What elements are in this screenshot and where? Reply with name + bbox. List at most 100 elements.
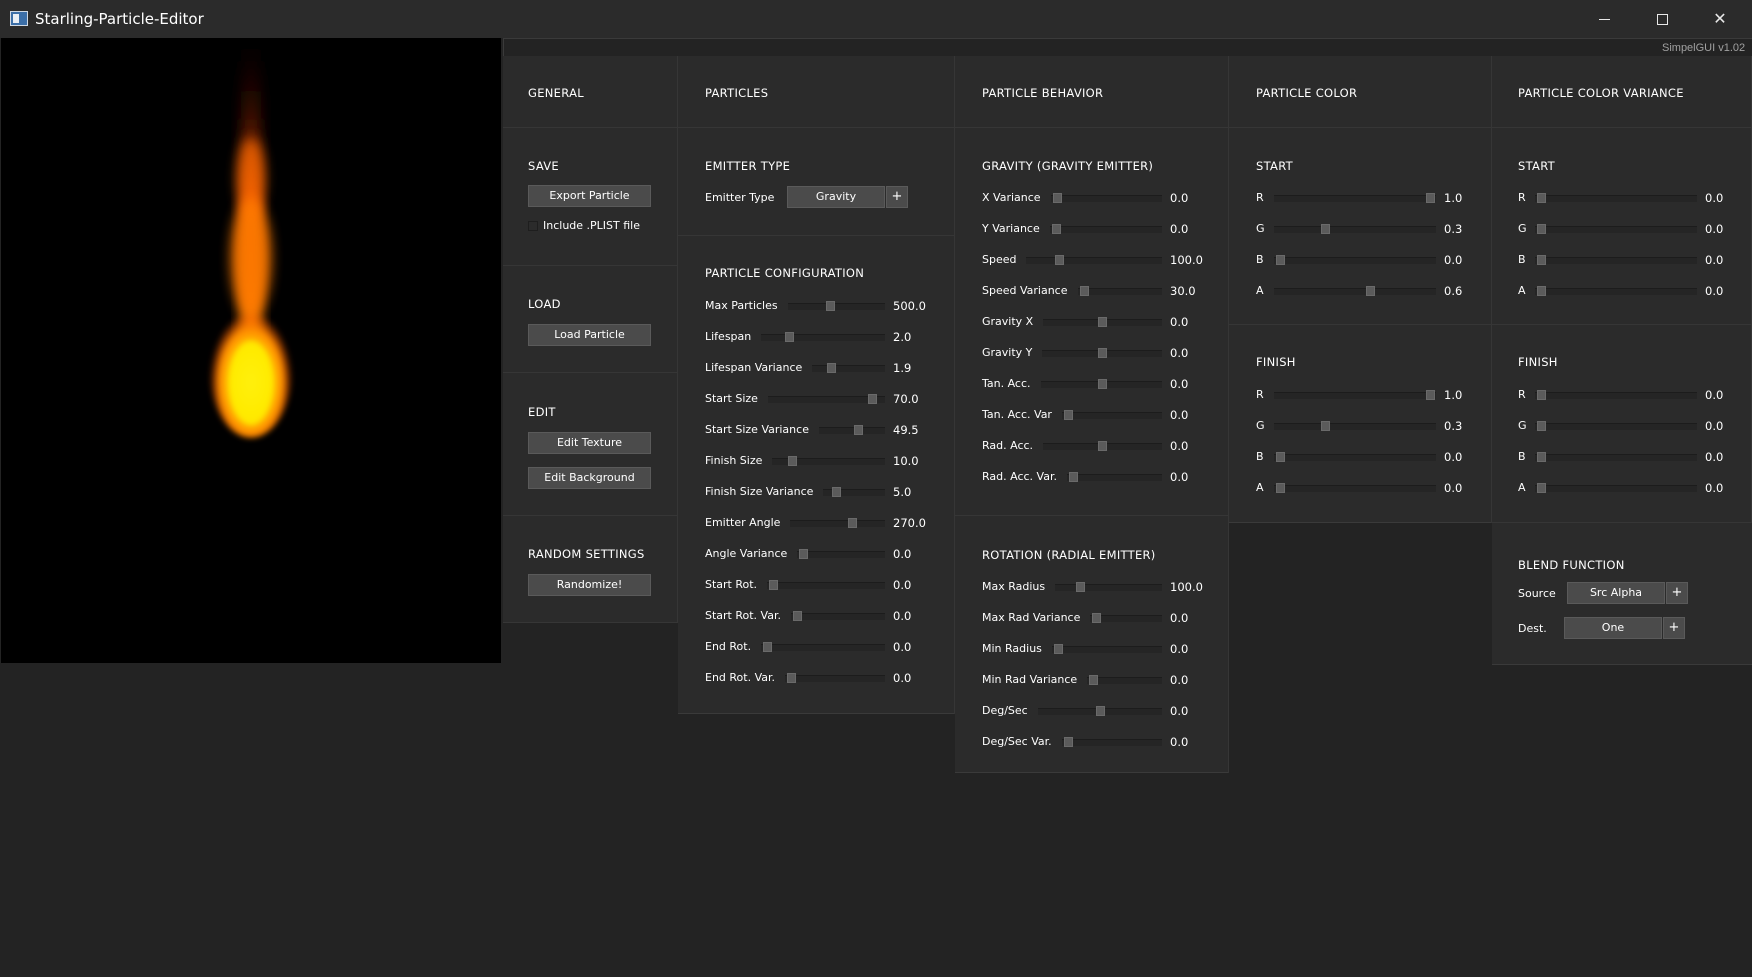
variance-finish-slider[interactable] <box>1535 420 1697 432</box>
slider-thumb[interactable] <box>1276 483 1285 493</box>
gravity-slider[interactable] <box>1077 285 1162 297</box>
gravity-slider[interactable] <box>1061 409 1162 421</box>
slider-thumb[interactable] <box>1321 224 1330 234</box>
config-slider[interactable] <box>787 300 885 312</box>
slider-thumb[interactable] <box>1092 613 1102 623</box>
slider-thumb[interactable] <box>867 394 877 404</box>
slider-thumb[interactable] <box>763 642 773 652</box>
slider-thumb[interactable] <box>848 518 858 528</box>
blend-dest-select[interactable]: One <box>1564 617 1662 639</box>
gravity-slider[interactable] <box>1042 347 1162 359</box>
slider-thumb[interactable] <box>1068 472 1078 482</box>
slider-thumb[interactable] <box>1276 255 1285 265</box>
variance-start-slider[interactable] <box>1535 223 1697 235</box>
close-button[interactable]: ✕ <box>1691 0 1749 38</box>
color-start-slider[interactable] <box>1274 223 1436 235</box>
slider-thumb[interactable] <box>788 456 798 466</box>
gravity-slider[interactable] <box>1043 440 1162 452</box>
gravity-slider[interactable] <box>1050 192 1162 204</box>
slider-thumb[interactable] <box>1051 224 1061 234</box>
variance-start-slider[interactable] <box>1535 254 1697 266</box>
gravity-slider[interactable] <box>1026 254 1162 266</box>
slider-thumb[interactable] <box>1537 452 1546 462</box>
variance-start-slider[interactable] <box>1535 285 1697 297</box>
slider-thumb[interactable] <box>1098 317 1108 327</box>
color-finish-slider[interactable] <box>1274 420 1436 432</box>
slider-thumb[interactable] <box>1537 255 1546 265</box>
slider-thumb[interactable] <box>785 332 795 342</box>
slider-thumb[interactable] <box>1063 410 1073 420</box>
export-particle-button[interactable]: Export Particle <box>528 185 651 207</box>
slider-thumb[interactable] <box>1537 483 1546 493</box>
emitter-type-plus-button[interactable]: + <box>886 186 908 208</box>
config-slider[interactable] <box>785 672 885 684</box>
blend-source-select[interactable]: Src Alpha <box>1567 582 1665 604</box>
slider-thumb[interactable] <box>799 549 809 559</box>
variance-start-slider[interactable] <box>1535 192 1697 204</box>
slider-thumb[interactable] <box>1537 193 1546 203</box>
color-finish-slider[interactable] <box>1274 482 1436 494</box>
slider-thumb[interactable] <box>1426 390 1435 400</box>
slider-thumb[interactable] <box>853 425 863 435</box>
randomize-button[interactable]: Randomize! <box>528 574 651 596</box>
rotation-slider[interactable] <box>1055 581 1162 593</box>
slider-thumb[interactable] <box>1098 441 1108 451</box>
rotation-slider[interactable] <box>1090 612 1162 624</box>
include-plist-checkbox[interactable] <box>528 221 538 231</box>
slider-thumb[interactable] <box>1537 286 1546 296</box>
particle-preview[interactable] <box>1 38 501 663</box>
config-slider[interactable] <box>797 548 885 560</box>
color-finish-slider[interactable] <box>1274 451 1436 463</box>
gravity-slider[interactable] <box>1049 223 1162 235</box>
edit-background-button[interactable]: Edit Background <box>528 467 651 489</box>
variance-finish-slider[interactable] <box>1535 451 1697 463</box>
config-slider[interactable] <box>812 362 885 374</box>
gravity-slider[interactable] <box>1066 471 1162 483</box>
variance-finish-slider[interactable] <box>1535 389 1697 401</box>
variance-finish-slider[interactable] <box>1535 482 1697 494</box>
emitter-type-select[interactable]: Gravity <box>787 186 885 208</box>
load-particle-button[interactable]: Load Particle <box>528 324 651 346</box>
config-slider[interactable] <box>761 331 885 343</box>
config-slider[interactable] <box>772 455 885 467</box>
slider-thumb[interactable] <box>1079 286 1089 296</box>
slider-thumb[interactable] <box>1095 706 1105 716</box>
slider-thumb[interactable] <box>827 363 837 373</box>
blend-source-plus-button[interactable]: + <box>1666 582 1688 604</box>
slider-thumb[interactable] <box>1098 348 1108 358</box>
slider-thumb[interactable] <box>1537 421 1546 431</box>
color-finish-slider[interactable] <box>1274 389 1436 401</box>
slider-thumb[interactable] <box>769 580 779 590</box>
slider-thumb[interactable] <box>1276 452 1285 462</box>
slider-thumb[interactable] <box>1053 644 1063 654</box>
maximize-button[interactable] <box>1633 0 1691 38</box>
slider-thumb[interactable] <box>1089 675 1099 685</box>
slider-thumb[interactable] <box>792 611 802 621</box>
slider-thumb[interactable] <box>1063 737 1073 747</box>
rotation-slider[interactable] <box>1061 736 1162 748</box>
color-start-slider[interactable] <box>1274 285 1436 297</box>
color-start-slider[interactable] <box>1274 254 1436 266</box>
config-slider[interactable] <box>767 393 885 405</box>
slider-thumb[interactable] <box>1321 421 1330 431</box>
slider-thumb[interactable] <box>1052 193 1062 203</box>
rotation-slider[interactable] <box>1087 674 1162 686</box>
color-start-slider[interactable] <box>1274 192 1436 204</box>
minimize-button[interactable] <box>1575 0 1633 38</box>
edit-texture-button[interactable]: Edit Texture <box>528 432 651 454</box>
slider-thumb[interactable] <box>1366 286 1375 296</box>
rotation-slider[interactable] <box>1051 643 1162 655</box>
config-slider[interactable] <box>767 579 885 591</box>
slider-thumb[interactable] <box>1076 582 1086 592</box>
gravity-slider[interactable] <box>1043 316 1162 328</box>
blend-dest-plus-button[interactable]: + <box>1663 617 1685 639</box>
slider-thumb[interactable] <box>787 673 797 683</box>
config-slider[interactable] <box>790 517 885 529</box>
slider-thumb[interactable] <box>1426 193 1435 203</box>
rotation-slider[interactable] <box>1037 705 1162 717</box>
slider-thumb[interactable] <box>1537 390 1546 400</box>
slider-thumb[interactable] <box>1055 255 1065 265</box>
slider-thumb[interactable] <box>825 301 835 311</box>
config-slider[interactable] <box>790 610 885 622</box>
slider-thumb[interactable] <box>1537 224 1546 234</box>
